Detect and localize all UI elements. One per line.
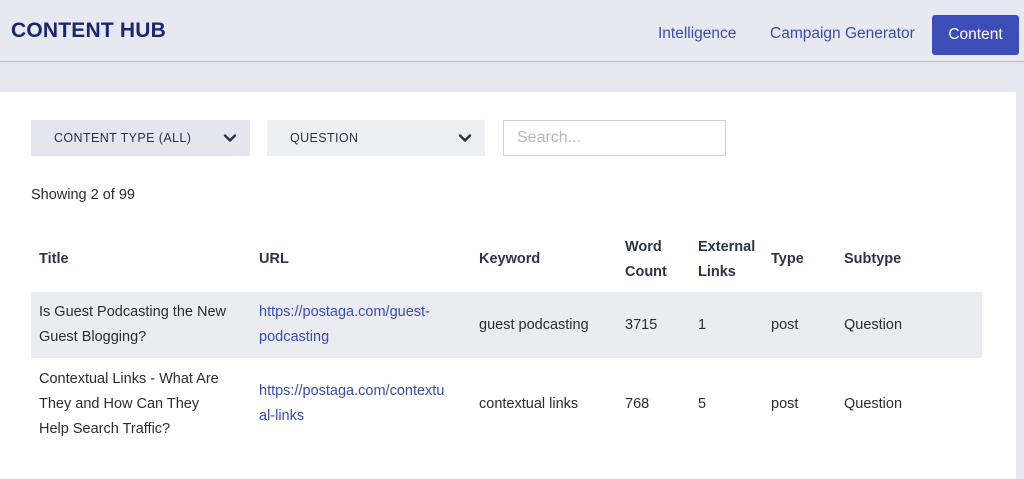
cell-word-count: 768: [617, 358, 690, 450]
chevron-down-icon: [223, 134, 237, 142]
cell-title: Is Guest Podcasting the New Guest Bloggi…: [31, 292, 251, 358]
cell-subtype: Question: [836, 292, 982, 358]
header-line: Links: [698, 263, 736, 280]
nav-campaign-generator[interactable]: Campaign Generator: [770, 25, 915, 43]
column-header-word-count[interactable]: Word Count: [617, 227, 690, 292]
cell-keyword: guest podcasting: [471, 292, 617, 358]
cell-external-links: 1: [690, 292, 763, 358]
results-count: Showing 2 of 99: [31, 187, 135, 203]
table-row[interactable]: Contextual Links - What Are They and How…: [31, 358, 982, 450]
url-link[interactable]: https://postaga.com/guest- podcasting: [259, 304, 430, 345]
top-navigation-bar: CONTENT HUB Intelligence Campaign Genera…: [0, 0, 1024, 62]
title-line: Contextual Links - What Are: [39, 370, 219, 387]
title-line: Help Search Traffic?: [39, 420, 171, 437]
subtype-label: QUESTION: [290, 131, 359, 145]
column-header-keyword[interactable]: Keyword: [471, 227, 617, 292]
content-table: Title URL Keyword Word Count External Li…: [31, 227, 982, 450]
table-row[interactable]: Is Guest Podcasting the New Guest Bloggi…: [31, 292, 982, 358]
column-header-subtype[interactable]: Subtype: [836, 227, 982, 292]
column-header-title[interactable]: Title: [31, 227, 251, 292]
url-line: podcasting: [259, 329, 330, 345]
subtype-dropdown[interactable]: QUESTION: [267, 120, 485, 156]
table-header-row: Title URL Keyword Word Count External Li…: [31, 227, 982, 292]
content-panel: CONTENT TYPE (ALL) QUESTION Showing 2 of…: [0, 92, 1016, 479]
content-type-dropdown[interactable]: CONTENT TYPE (ALL): [31, 120, 250, 156]
url-line: al-links: [259, 408, 305, 424]
title-line: Guest Blogging?: [39, 329, 147, 345]
cell-url: https://postaga.com/guest- podcasting: [251, 292, 471, 358]
cell-type: post: [763, 358, 836, 450]
brand-title: CONTENT HUB: [11, 19, 167, 42]
header-line: External: [698, 238, 756, 255]
title-line: They and How Can They: [39, 395, 200, 412]
url-link[interactable]: https://postaga.com/contextu al-links: [259, 383, 444, 424]
nav-intelligence[interactable]: Intelligence: [658, 25, 736, 43]
header-line: Count: [625, 263, 667, 280]
nav-content-button[interactable]: Content: [932, 15, 1019, 55]
chevron-down-icon: [458, 134, 472, 142]
column-header-external-links[interactable]: External Links: [690, 227, 763, 292]
cell-url: https://postaga.com/contextu al-links: [251, 358, 471, 450]
cell-title: Contextual Links - What Are They and How…: [31, 358, 251, 450]
cell-subtype: Question: [836, 358, 982, 450]
title-line: Is Guest Podcasting the New: [39, 304, 226, 320]
search-input[interactable]: [503, 120, 726, 156]
content-type-label: CONTENT TYPE (ALL): [54, 131, 192, 145]
cell-external-links: 5: [690, 358, 763, 450]
column-header-type[interactable]: Type: [763, 227, 836, 292]
url-line: https://postaga.com/contextu: [259, 383, 445, 399]
cell-type: post: [763, 292, 836, 358]
cell-word-count: 3715: [617, 292, 690, 358]
cell-keyword: contextual links: [471, 358, 617, 450]
url-line: https://postaga.com/guest-: [259, 304, 430, 320]
header-line: Word: [625, 238, 662, 255]
column-header-url[interactable]: URL: [251, 227, 471, 292]
